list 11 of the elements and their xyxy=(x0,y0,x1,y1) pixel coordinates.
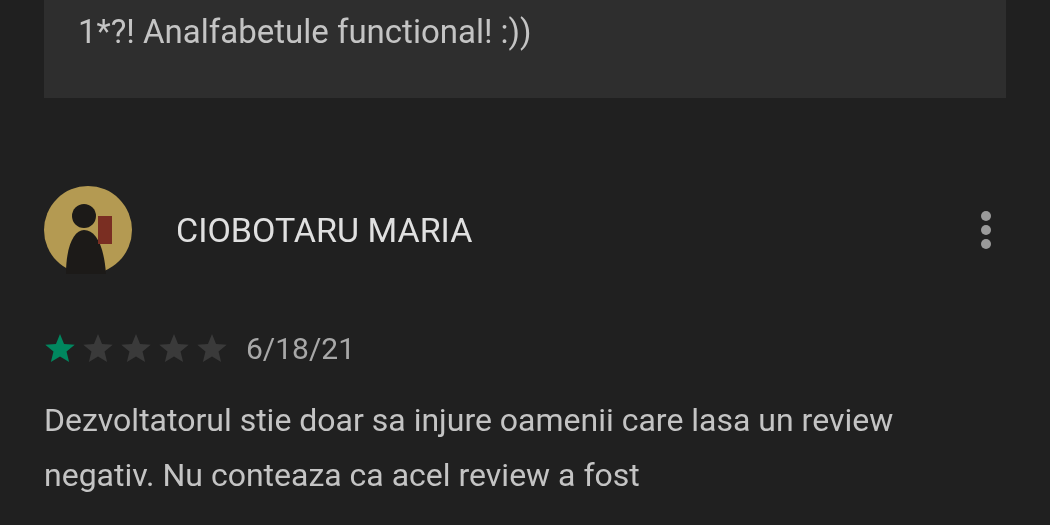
avatar-icon xyxy=(44,186,132,274)
empty-star-icon xyxy=(82,333,114,364)
empty-star-icon xyxy=(120,333,152,364)
empty-star-icon xyxy=(158,333,190,364)
more-options-icon[interactable] xyxy=(980,210,992,250)
empty-star-icon xyxy=(196,333,228,364)
reply-text: 1*?! Analfabetule functional! :)) xyxy=(78,11,533,53)
filled-star-icon xyxy=(44,333,76,364)
author-name: CIOBOTARU MARIA xyxy=(176,208,473,252)
review-text: Dezvoltatorul stie doar sa injure oamenii care lasa un review negativ. Nu conteaza ca acel review a fost xyxy=(44,400,895,496)
review-date: 6/18/21 xyxy=(246,330,356,368)
